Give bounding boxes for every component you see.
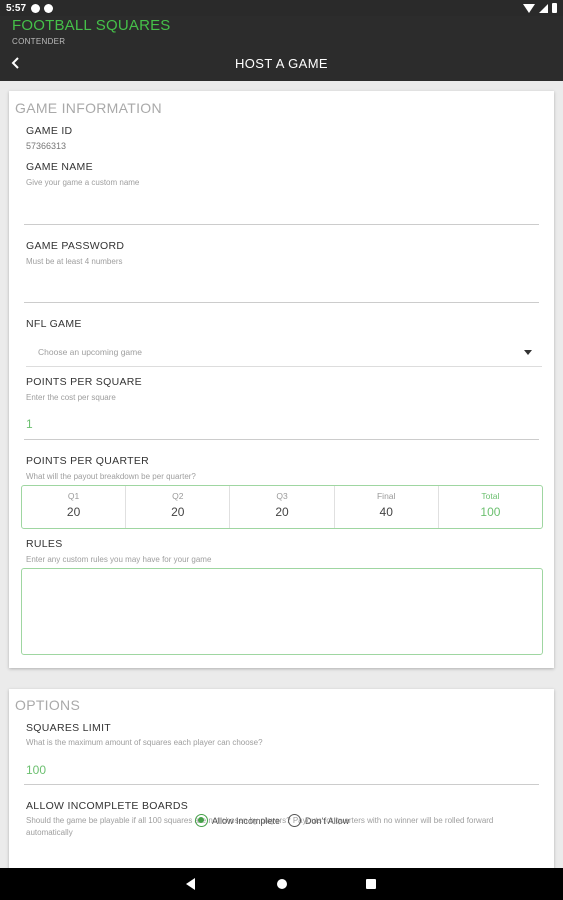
quarter-cell-q1[interactable]: Q1 20 xyxy=(22,486,127,528)
squares-limit-underline xyxy=(24,784,539,785)
app-title: FOOTBALL SQUARES xyxy=(12,17,171,34)
app-header: FOOTBALL SQUARES CONTENDER HOST A GAME xyxy=(0,16,563,81)
game-id-label: GAME ID xyxy=(26,125,73,137)
nav-recents-icon[interactable] xyxy=(366,879,376,889)
nfl-game-select[interactable]: Choose an upcoming game xyxy=(26,337,542,367)
quarter-value: 20 xyxy=(275,505,289,519)
app-subtitle: CONTENDER xyxy=(12,37,66,46)
system-nav-bar xyxy=(0,868,563,900)
nfl-game-placeholder: Choose an upcoming game xyxy=(38,347,142,357)
rules-help: Enter any custom rules you may have for … xyxy=(26,555,212,564)
allow-incomplete-radio-group: Allow Incomplete Don't Allow xyxy=(195,814,349,827)
game-password-underline xyxy=(24,302,539,303)
game-name-input[interactable] xyxy=(24,196,539,224)
quarter-header: Final xyxy=(376,491,396,501)
section-title-game-information: GAME INFORMATION xyxy=(15,100,162,116)
status-time: 5:57 xyxy=(6,2,27,14)
notification-dot-icon xyxy=(44,3,54,13)
quarter-header: Q3 xyxy=(276,491,288,501)
radio-checked-icon xyxy=(195,814,208,827)
quarter-header: Total xyxy=(481,491,500,501)
game-name-help: Give your game a custom name xyxy=(26,178,140,187)
allow-incomplete-label: ALLOW INCOMPLETE BOARDS xyxy=(26,800,189,812)
status-bar: 5:57 xyxy=(0,0,563,16)
quarter-value: 100 xyxy=(480,505,501,519)
game-name-label: GAME NAME xyxy=(26,161,93,173)
points-per-square-label: POINTS PER SQUARE xyxy=(26,376,142,388)
quarter-cell-total: Total 100 xyxy=(439,486,542,528)
game-name-underline xyxy=(24,224,539,225)
wifi-icon xyxy=(523,3,535,13)
points-per-quarter-table: Q1 20 Q2 20 Q3 20 Final 40 Total 100 xyxy=(21,485,543,529)
rules-textarea[interactable] xyxy=(21,568,543,655)
squares-limit-label: SQUARES LIMIT xyxy=(26,722,111,734)
game-information-card: GAME INFORMATION GAME ID 57366313 GAME N… xyxy=(9,91,554,668)
notification-icon xyxy=(31,3,41,13)
radio-dont-allow[interactable]: Don't Allow xyxy=(288,814,349,827)
radio-label: Don't Allow xyxy=(305,815,350,826)
game-password-help: Must be at least 4 numbers xyxy=(26,257,123,266)
points-per-square-input[interactable]: 1 xyxy=(26,417,33,431)
quarter-header: Q2 xyxy=(172,491,184,501)
points-per-square-help: Enter the cost per square xyxy=(26,393,116,402)
scroll-content[interactable]: GAME INFORMATION GAME ID 57366313 GAME N… xyxy=(0,81,563,868)
quarter-value: 40 xyxy=(379,505,393,519)
nfl-game-label: NFL GAME xyxy=(26,318,82,330)
section-title-options: OPTIONS xyxy=(15,697,81,713)
points-per-quarter-label: POINTS PER QUARTER xyxy=(26,455,150,467)
radio-label: Allow Incomplete xyxy=(212,815,281,826)
options-card: OPTIONS SQUARES LIMIT What is the maximu… xyxy=(9,689,554,868)
battery-icon xyxy=(552,3,557,13)
squares-limit-input[interactable]: 100 xyxy=(26,763,46,777)
signal-icon xyxy=(539,3,548,13)
dropdown-arrow-icon xyxy=(524,350,532,355)
nav-back-icon[interactable] xyxy=(186,878,195,890)
quarter-value: 20 xyxy=(171,505,185,519)
game-password-label: GAME PASSWORD xyxy=(26,240,125,252)
radio-unchecked-icon xyxy=(288,814,302,827)
quarter-cell-q3[interactable]: Q3 20 xyxy=(230,486,335,528)
radio-allow-incomplete[interactable]: Allow Incomplete xyxy=(195,814,280,827)
quarter-cell-q2[interactable]: Q2 20 xyxy=(126,486,231,528)
page-title: HOST A GAME xyxy=(234,56,329,71)
rules-label: RULES xyxy=(26,538,63,550)
game-id-value: 57366313 xyxy=(26,141,67,151)
points-per-square-underline xyxy=(24,439,539,440)
game-password-input[interactable] xyxy=(24,274,539,302)
nav-home-icon[interactable] xyxy=(277,879,287,889)
quarter-value: 20 xyxy=(66,505,81,519)
quarter-header: Q1 xyxy=(67,491,80,501)
squares-limit-help: What is the maximum amount of squares ea… xyxy=(26,738,263,747)
points-per-quarter-help: What will the payout breakdown be per qu… xyxy=(26,472,196,481)
quarter-cell-final[interactable]: Final 40 xyxy=(335,486,439,528)
